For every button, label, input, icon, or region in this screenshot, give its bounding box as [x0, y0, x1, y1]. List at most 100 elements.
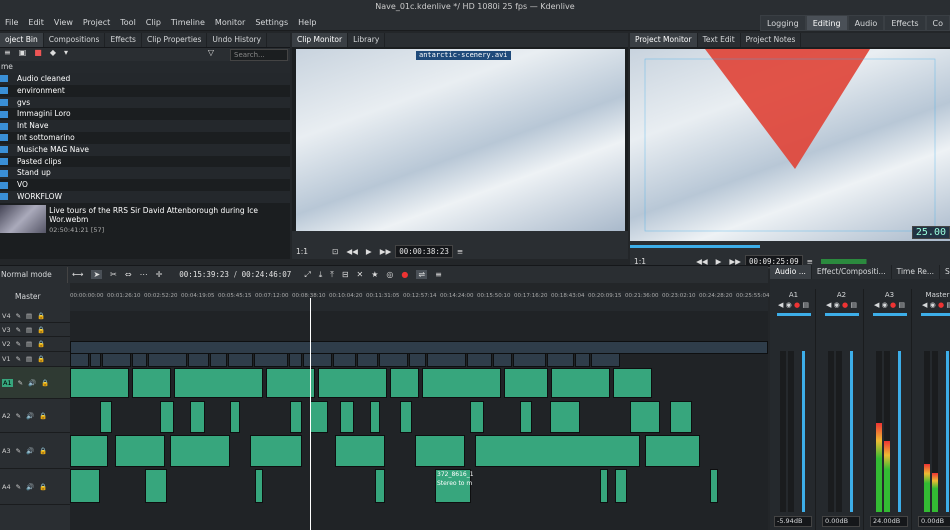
tab-project-bin[interactable]: oject Bin — [0, 33, 44, 47]
monitor-menu-icon[interactable]: ≡ — [457, 247, 463, 256]
slip-tool-icon[interactable]: ⇔ — [125, 270, 132, 279]
folder-icon[interactable]: ▣ — [19, 48, 27, 57]
mixer-toggle-icon[interactable]: ⇌ — [416, 270, 428, 279]
overwrite-icon[interactable]: ⤒ — [330, 270, 334, 280]
tab-effects[interactable]: Effects — [105, 33, 142, 47]
timeline-clip[interactable] — [645, 435, 700, 467]
menu-settings[interactable]: Settings — [250, 14, 293, 31]
timeline-clip[interactable] — [475, 435, 640, 467]
timeline-clip[interactable] — [132, 368, 171, 398]
razor-tool-icon[interactable]: ✂ — [110, 270, 117, 279]
list-item[interactable]: Stand up — [0, 167, 290, 180]
timeline-clip[interactable] — [228, 353, 253, 367]
pan-slider[interactable] — [920, 313, 950, 316]
list-item[interactable]: Int sottomarino — [0, 132, 290, 144]
pan-slider[interactable] — [824, 313, 859, 316]
volume-fader[interactable] — [946, 351, 949, 512]
bin-clip-item[interactable]: Live tours of the RRS Sir David Attenbor… — [0, 203, 290, 235]
tab-time-remap[interactable]: Time Re... — [892, 265, 941, 279]
tab-project-notes[interactable]: Project Notes — [741, 33, 802, 47]
move-tool-icon[interactable]: ✛ — [156, 270, 163, 279]
list-item[interactable]: WORKFLOW — [0, 190, 290, 203]
extract-icon[interactable]: ⊟ — [342, 270, 349, 279]
spacer-tool-icon[interactable]: ⟷ — [72, 270, 83, 279]
timeline-clip[interactable] — [70, 435, 108, 467]
record-icon[interactable]: ● — [401, 270, 408, 279]
favorite-icon[interactable]: ★ — [371, 270, 378, 279]
tab-effect-composition[interactable]: Effect/Compositi... — [812, 265, 892, 279]
timeline-clip[interactable] — [90, 353, 101, 367]
lock-icon[interactable]: 🔒 — [41, 379, 49, 387]
effect-icon[interactable]: ✎ — [16, 412, 21, 420]
timeline-clip[interactable] — [670, 401, 692, 433]
lock-icon[interactable]: 🔒 — [39, 483, 47, 491]
tab-subtitles[interactable]: Subti — [940, 265, 950, 279]
tab-project-monitor[interactable]: Project Monitor — [630, 33, 698, 47]
bin-column-header[interactable]: me — [0, 61, 290, 73]
timeline-clip[interactable] — [422, 368, 501, 398]
timeline-clip[interactable] — [266, 368, 315, 398]
timeline-clip[interactable] — [357, 353, 378, 367]
project-monitor-ruler[interactable] — [630, 241, 950, 253]
timeline-clip[interactable] — [318, 368, 387, 398]
timeline-clip[interactable] — [333, 353, 356, 367]
timeline-clip[interactable] — [188, 353, 209, 367]
timeline-clip[interactable] — [335, 435, 385, 467]
timeline-clip[interactable] — [591, 353, 620, 367]
timeline-clip[interactable] — [190, 401, 205, 433]
timeline-clip[interactable] — [600, 469, 608, 503]
timeline-clip[interactable] — [160, 401, 174, 433]
clip-monitor-timecode[interactable]: 00:00:38:23 — [395, 244, 453, 258]
timeline-clip[interactable] — [613, 368, 652, 398]
track-header-a2[interactable]: A2 ✎ 🔊 🔒 — [0, 399, 70, 433]
timeline-clip[interactable] — [210, 353, 227, 367]
channel-db-readout[interactable]: 0.00dB — [822, 516, 860, 527]
menu-help[interactable]: Help — [293, 14, 321, 31]
track-header-a1[interactable]: A1 ✎ 🔊 🔒 — [0, 367, 70, 399]
workspace-editing[interactable]: Editing — [805, 15, 848, 31]
fit-zoom-icon[interactable]: ⤢ — [304, 270, 310, 280]
menu-edit[interactable]: Edit — [23, 14, 49, 31]
menu-project[interactable]: Project — [78, 14, 115, 31]
effect-icon[interactable]: ✎ — [16, 326, 21, 334]
list-item[interactable]: Pasted clips — [0, 156, 290, 168]
tab-clip-properties[interactable]: Clip Properties — [142, 33, 208, 47]
track-header-v3[interactable]: V3 ✎ ▤ 🔒 — [0, 323, 70, 337]
channel-db-readout[interactable]: -5.94dB — [774, 516, 812, 527]
timeline-clip[interactable] — [102, 353, 131, 367]
timeline-clip[interactable] — [467, 353, 492, 367]
mute-icon[interactable]: ▤ — [26, 312, 32, 320]
timeline-menu-icon[interactable]: ≡ — [435, 270, 442, 279]
timeline-clip[interactable] — [255, 469, 263, 503]
timeline-clip[interactable] — [174, 368, 263, 398]
effect-icon[interactable]: ✎ — [16, 340, 21, 348]
timeline-clip[interactable] — [230, 401, 240, 433]
fullscreen-icon[interactable]: ⊡ — [332, 247, 338, 256]
tab-text-edit[interactable]: Text Edit — [698, 33, 741, 47]
tab-undo-history[interactable]: Undo History — [207, 33, 268, 47]
workspace-logging[interactable]: Logging — [759, 15, 806, 31]
tab-library[interactable]: Library — [348, 33, 386, 47]
menu-monitor[interactable]: Monitor — [210, 14, 250, 31]
timeline-clip[interactable] — [547, 353, 574, 367]
timeline-clip[interactable] — [70, 353, 89, 367]
lock-icon[interactable]: 🔒 — [37, 326, 45, 334]
master-label[interactable]: Master — [15, 292, 41, 301]
timeline-clip[interactable] — [575, 353, 590, 367]
tag-icon[interactable]: ◆ — [50, 48, 56, 57]
mute-icon[interactable]: ▤ — [26, 355, 32, 363]
menu-clip[interactable]: Clip — [141, 14, 166, 31]
timeline-clip[interactable] — [254, 353, 288, 367]
timeline-clip[interactable] — [170, 435, 230, 467]
track-header-v1[interactable]: V1 ✎ ▤ 🔒 — [0, 352, 70, 367]
channel-controls[interactable]: ◀ ◉ ● ▤ — [868, 301, 911, 309]
tab-audio-mixer[interactable]: Audio ... — [770, 265, 812, 279]
timeline-clip[interactable] — [615, 469, 627, 503]
lock-icon[interactable]: 🔒 — [39, 412, 47, 420]
timeline-clip[interactable] — [470, 401, 484, 433]
channel-db-readout[interactable]: 0.00dB — [918, 516, 950, 527]
track-header-a3[interactable]: A3 ✎ 🔊 🔒 — [0, 433, 70, 469]
workspace-effects[interactable]: Effects — [884, 15, 926, 31]
speaker-icon[interactable]: 🔊 — [26, 412, 34, 420]
channel-controls[interactable]: ◀ ◉ ● ▤ — [820, 301, 863, 309]
